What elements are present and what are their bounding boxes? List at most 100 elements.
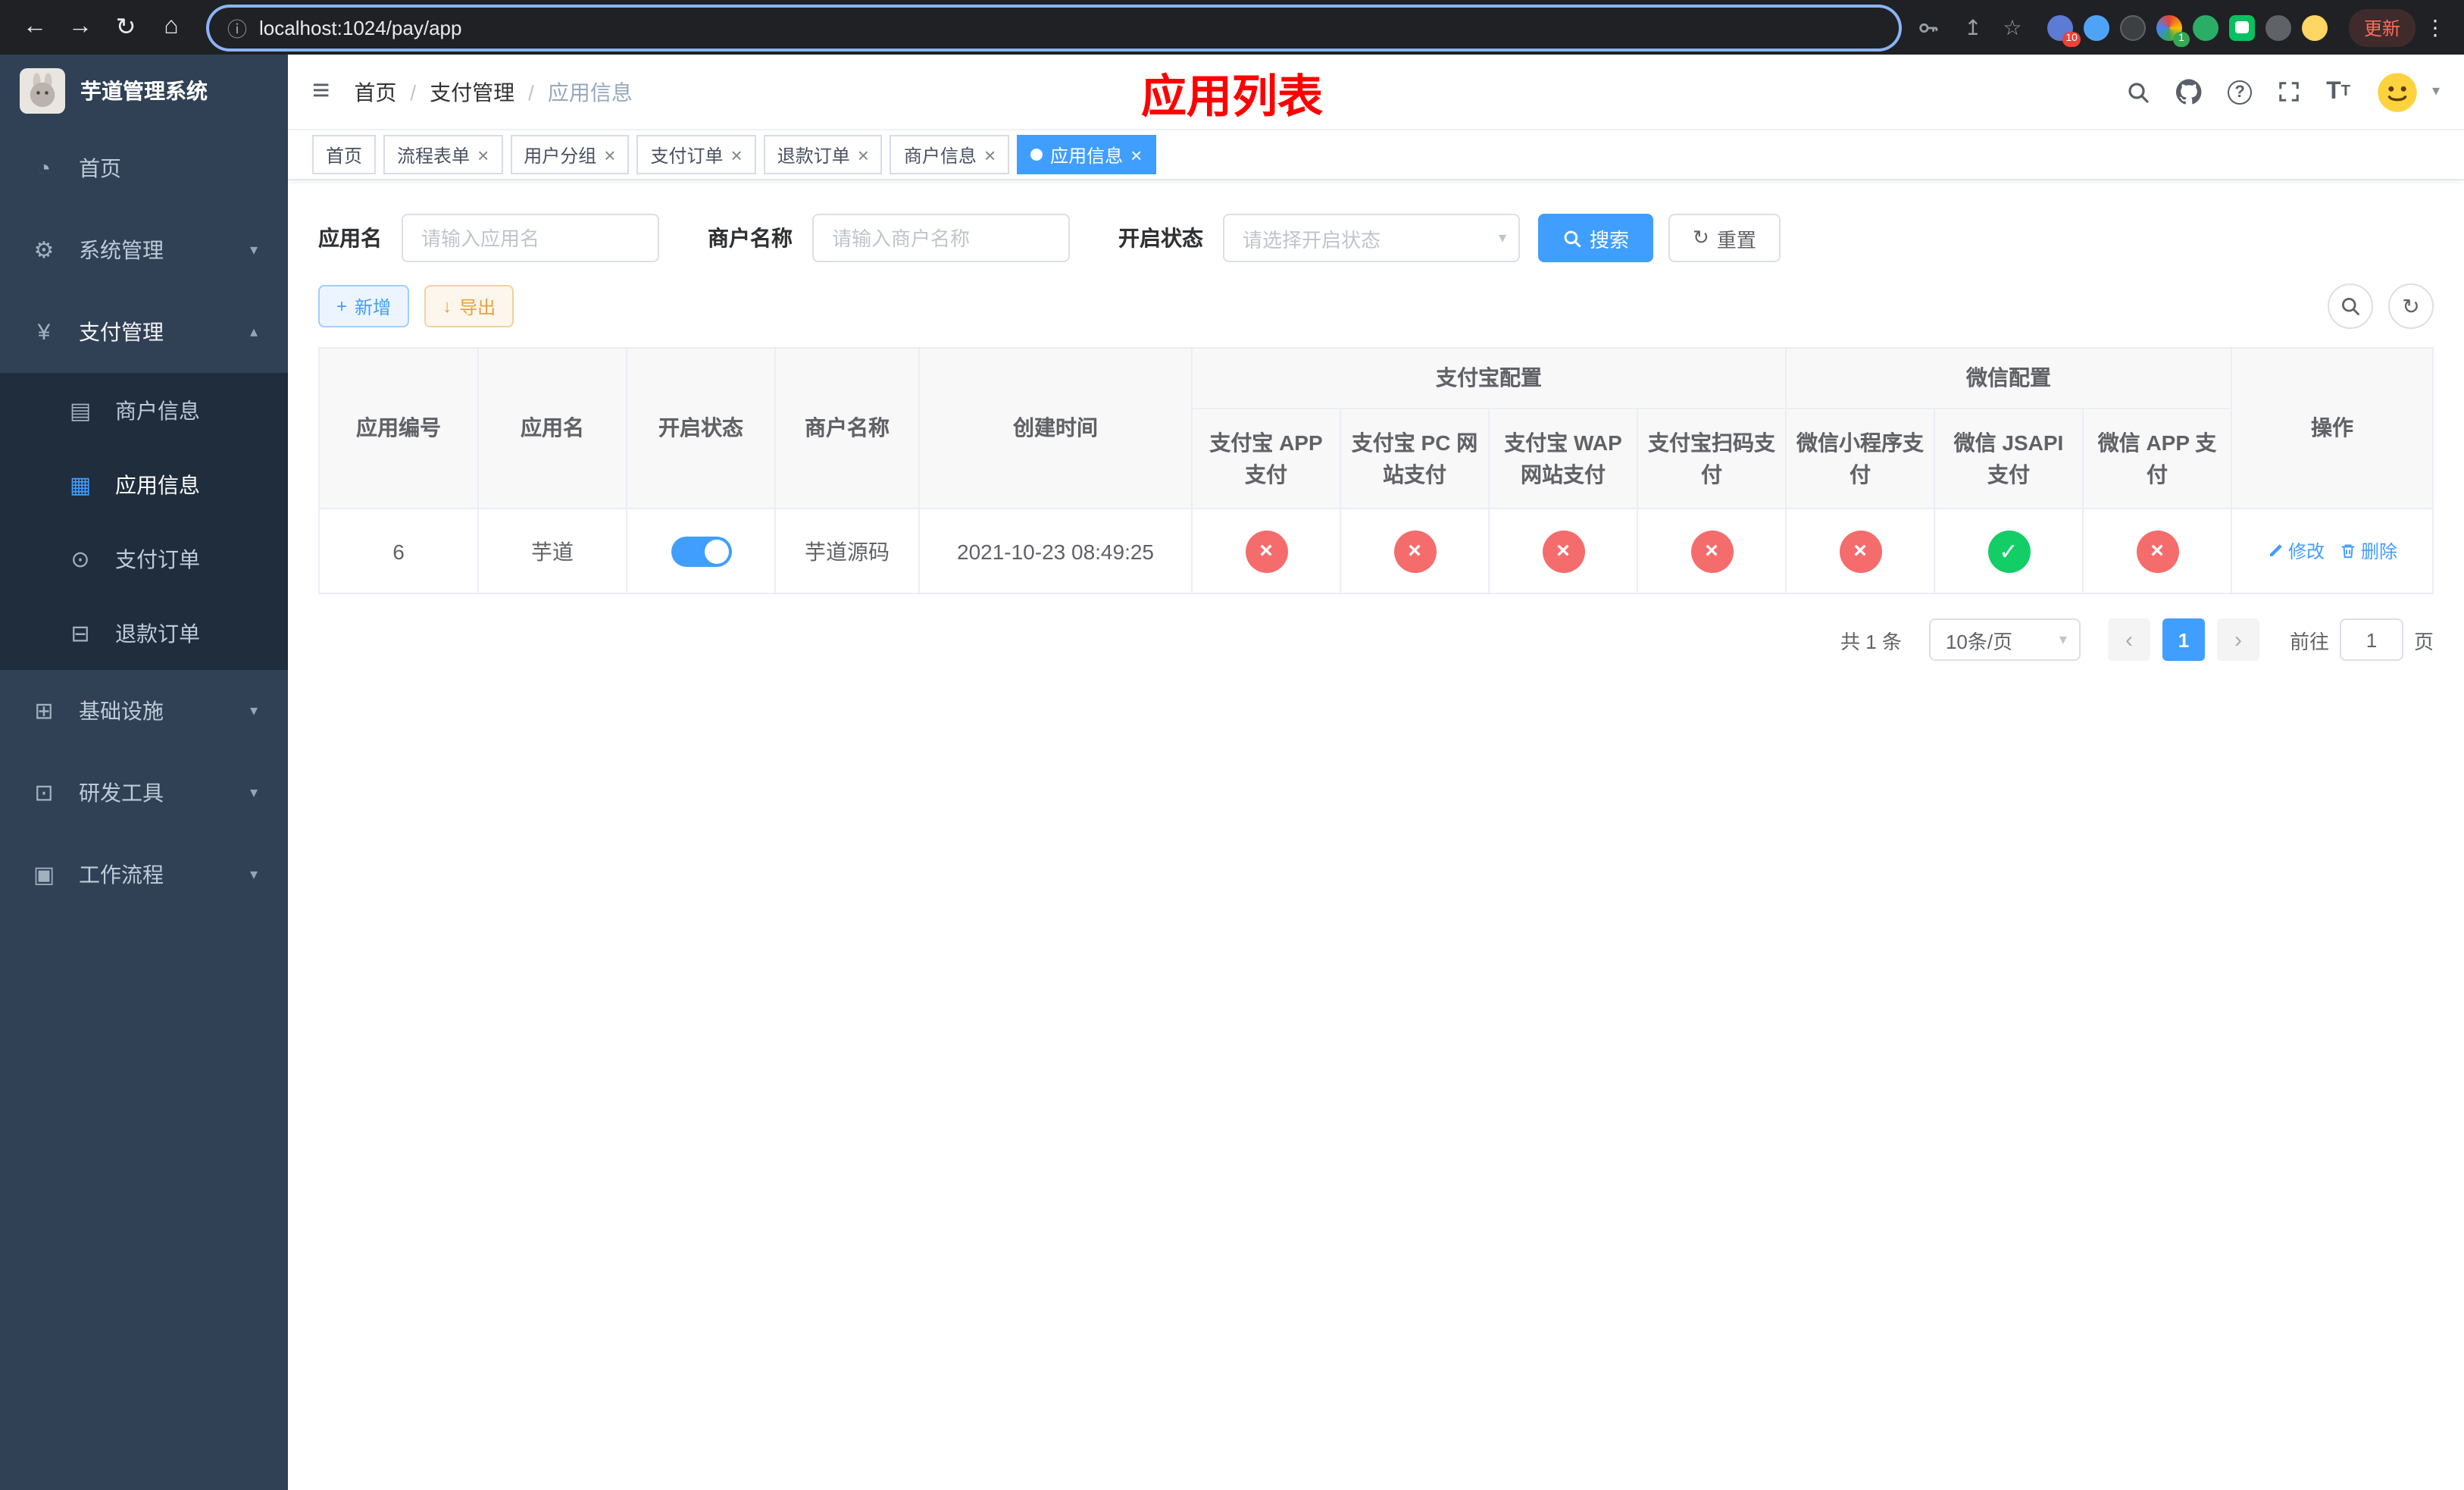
password-key-icon[interactable]	[1917, 16, 1950, 39]
col-header-alipay-wap: 支付宝 WAP 网站支付	[1488, 408, 1638, 509]
cell-name: 芋道	[477, 508, 627, 594]
reset-button-label: 重置	[1716, 228, 1756, 251]
gear-icon: ⚙	[33, 238, 55, 264]
app-name-input[interactable]	[402, 214, 659, 262]
edit-button[interactable]: 修改	[2267, 538, 2325, 564]
status-toggle[interactable]	[671, 536, 731, 566]
wechat-extension-icon[interactable]	[2192, 14, 2219, 40]
tab-merchant-info[interactable]: 商户信息 ×	[890, 135, 1010, 174]
card-icon: ▤	[69, 398, 92, 424]
refresh-table-button[interactable]: ↻	[2388, 283, 2434, 329]
merchant-name-input[interactable]	[812, 214, 1070, 262]
next-page-button[interactable]: ›	[2216, 618, 2259, 661]
browser-reload-button[interactable]: ↻	[106, 8, 145, 47]
add-button-label: 新增	[355, 296, 392, 318]
table-toolbar: + 新增 ↓ 导出 ↻	[318, 283, 2434, 329]
extension-drop-icon[interactable]	[2083, 14, 2109, 40]
cell-id: 6	[318, 508, 479, 594]
bookmark-star-icon[interactable]: ☆	[1996, 14, 2029, 40]
close-icon[interactable]: ×	[984, 145, 996, 164]
cell-alipay-wap: ×	[1488, 508, 1638, 594]
page-size-value: 10条/页	[1945, 630, 2013, 653]
chevron-down-icon: ▾	[1498, 230, 1506, 246]
sidebar-item-payment[interactable]: ¥ 支付管理 ▴	[0, 291, 288, 373]
emoji-extension-icon[interactable]	[2301, 14, 2328, 40]
app-logo[interactable]: 芋道管理系统	[0, 55, 288, 127]
address-bar[interactable]: ⓘ localhost:1024/pay/app	[209, 7, 1899, 48]
close-icon[interactable]: ×	[604, 145, 615, 164]
tab-user-group[interactable]: 用户分组 ×	[510, 135, 630, 174]
sidebar-item-dev-tools[interactable]: ⊡ 研发工具 ▾	[0, 752, 288, 834]
chat-extension-icon[interactable]	[2228, 14, 2255, 40]
breadcrumb: 首页 / 支付管理 / 应用信息	[354, 77, 633, 107]
cell-created: 2021-10-23 08:49:25	[918, 508, 1193, 594]
font-size-icon[interactable]: TT	[2326, 78, 2350, 105]
search-button[interactable]: 搜索	[1538, 214, 1654, 262]
navbar-actions: ? TT ▾	[2126, 70, 2440, 113]
sidebar-collapse-icon[interactable]: ≡	[312, 74, 330, 109]
search-icon[interactable]	[2126, 80, 2150, 104]
close-icon[interactable]: ×	[1130, 145, 1142, 164]
help-icon[interactable]: ?	[2228, 80, 2253, 104]
share-icon[interactable]: ↥	[1956, 14, 1990, 40]
page-info-icon[interactable]: ⓘ	[227, 13, 247, 42]
chevron-down-icon: ▾	[249, 784, 258, 801]
yen-icon: ¥	[37, 319, 51, 345]
sidebar-item-label: 系统管理	[79, 238, 164, 262]
tab-app-info[interactable]: 应用信息 ×	[1017, 135, 1156, 174]
goto-page-input[interactable]	[2339, 618, 2403, 661]
sidebar-item-workflow[interactable]: ▣ 工作流程 ▾	[0, 834, 288, 916]
group-header-wechat: 微信配置	[1784, 347, 2233, 409]
avatar-caret-icon[interactable]: ▾	[2432, 83, 2440, 100]
extension-dark-icon[interactable]	[2119, 14, 2146, 40]
tab-home[interactable]: 首页	[312, 135, 377, 174]
sidebar-item-merchant-info[interactable]: ▤ 商户信息	[0, 373, 288, 447]
sidebar-item-pay-order[interactable]: ⊙ 支付订单	[0, 521, 288, 596]
extensions-puzzle-icon[interactable]: 10	[2047, 14, 2081, 46]
page-number-1[interactable]: 1	[2162, 618, 2205, 661]
breadcrumb-payment[interactable]: 支付管理	[430, 77, 514, 107]
sidebar-item-app-info[interactable]: ▦ 应用信息	[0, 447, 288, 521]
close-icon[interactable]: ×	[858, 145, 869, 164]
reset-button[interactable]: ↻ 重置	[1668, 214, 1781, 262]
toggle-search-button[interactable]	[2328, 283, 2373, 329]
close-icon[interactable]: ×	[477, 145, 489, 164]
status-select[interactable]: 请选择开启状态 ▾	[1223, 214, 1520, 262]
github-icon[interactable]	[2176, 79, 2202, 105]
delete-button[interactable]: 删除	[2340, 538, 2397, 564]
pin-extension-icon[interactable]	[2265, 14, 2291, 40]
pagination: 共 1 条 10条/页 ▾ ‹ 1 › 前往 页	[318, 618, 2434, 661]
profile-avatar-icon[interactable]: 1	[2156, 14, 2190, 46]
profile-badge: 1	[2172, 31, 2190, 46]
sidebar-item-infra[interactable]: ⊞ 基础设施 ▾	[0, 670, 288, 752]
user-avatar[interactable]	[2376, 70, 2419, 113]
browser-back-button[interactable]: ←	[15, 8, 55, 47]
sidebar-item-home[interactable]: ◔ 首页	[0, 127, 288, 209]
page-size-select[interactable]: 10条/页 ▾	[1928, 618, 2081, 661]
export-button-label: 导出	[459, 296, 496, 318]
browser-home-button[interactable]: ⌂	[152, 8, 191, 47]
export-button[interactable]: ↓ 导出	[424, 285, 514, 327]
refresh-icon: ↻	[2402, 293, 2420, 318]
breadcrumb-home[interactable]: 首页	[354, 77, 396, 107]
browser-update-button[interactable]: 更新	[2348, 8, 2416, 46]
col-header-wx-app: 微信 APP 支付	[2081, 408, 2233, 509]
sidebar-item-refund-order[interactable]: ⊟ 退款订单	[0, 596, 288, 670]
tab-process-form[interactable]: 流程表单 ×	[383, 135, 503, 174]
toggle-knob	[704, 539, 728, 563]
close-icon[interactable]: ×	[731, 145, 743, 164]
cell-status	[626, 508, 776, 594]
order-icon: ⊙	[70, 546, 90, 572]
sidebar-item-system[interactable]: ⚙ 系统管理 ▾	[0, 209, 288, 291]
browser-menu-icon[interactable]: ⋮	[2422, 14, 2449, 40]
fullscreen-icon[interactable]	[2278, 80, 2300, 103]
extension-badge: 10	[2062, 31, 2081, 46]
prev-page-button[interactable]: ‹	[2107, 618, 2150, 661]
browser-window: ← → ↻ ⌂ ⓘ localhost:1024/pay/app ↥ ☆ 10 …	[0, 0, 2464, 1490]
col-header-actions: 操作	[2231, 347, 2434, 509]
browser-forward-button[interactable]: →	[61, 8, 100, 47]
add-button[interactable]: + 新增	[318, 285, 410, 327]
tab-refund-order[interactable]: 退款订单 ×	[763, 135, 883, 174]
toolbox-icon: ⊡	[34, 781, 54, 806]
tab-pay-order[interactable]: 支付订单 ×	[636, 135, 756, 174]
